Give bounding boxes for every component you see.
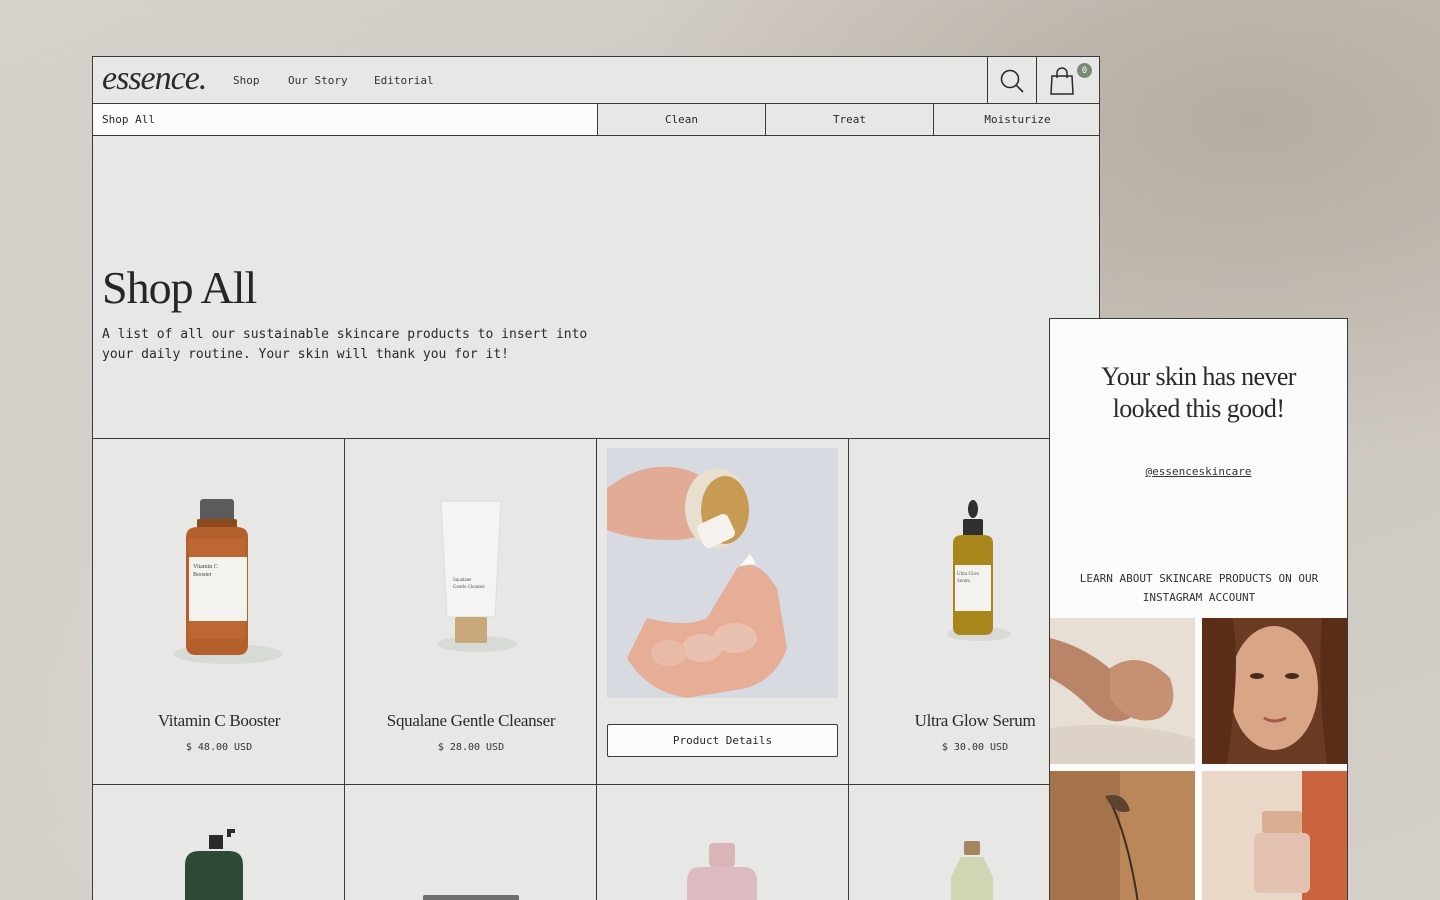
instagram-handle-link[interactable]: @essenceskincare: [1050, 465, 1347, 478]
store-window: essence. Shop Our Story Editorial 0 Shop…: [92, 56, 1100, 900]
product-card-row2-1[interactable]: [93, 785, 345, 900]
instagram-panel: Your skin has never looked this good! @e…: [1049, 318, 1348, 900]
product-card-row2-2[interactable]: [345, 785, 597, 900]
instagram-heading-line: Your skin has never: [1101, 362, 1296, 391]
product-image-pink-bottle: [687, 843, 757, 900]
product-price: $ 28.00 USD: [437, 742, 505, 753]
instagram-heading: Your skin has never looked this good!: [1050, 361, 1347, 425]
instagram-tile-feather[interactable]: [1050, 771, 1195, 900]
product-card-hover[interactable]: Product Details: [597, 439, 849, 785]
instagram-heading-line: looked this good!: [1112, 394, 1285, 423]
cart-icon: [1049, 66, 1074, 95]
nav-link-our-story[interactable]: Our Story: [288, 74, 348, 87]
brand-logo[interactable]: essence.: [102, 60, 207, 98]
product-card-vitamin-c-booster[interactable]: Vitamin C Booster Vitamin C Booster $ 48…: [93, 439, 345, 785]
instagram-cta: LEARN ABOUT SKINCARE PRODUCTS ON OUR INS…: [1079, 572, 1319, 604]
product-name[interactable]: Vitamin C Booster: [93, 711, 345, 731]
product-image-tube: [437, 500, 517, 652]
search-icon: [1000, 69, 1024, 93]
category-navigation: Shop All Clean Treat Moisturize: [93, 104, 1099, 136]
top-navigation: essence. Shop Our Story Editorial 0: [93, 57, 1099, 104]
dropper-label-line: Serum: [957, 579, 971, 584]
category-moisturize[interactable]: Moisturize: [933, 104, 1099, 135]
cart-count-badge: 0: [1077, 63, 1092, 78]
instagram-tile-face[interactable]: [1202, 618, 1347, 764]
cart-button[interactable]: 0: [1036, 57, 1099, 104]
product-image-pump-bottle: [185, 829, 243, 900]
hand-with-cream-photo: [607, 448, 838, 698]
dropper-label-line: Ultra Glow: [957, 572, 980, 577]
search-button[interactable]: [987, 57, 1036, 104]
category-shop-all[interactable]: Shop All: [93, 104, 597, 135]
product-card-row2-3[interactable]: [597, 785, 849, 900]
instagram-tile-jar[interactable]: [1202, 771, 1347, 900]
tube-label-line: Gentle Cleanser: [453, 585, 486, 590]
product-image-amber-bottle: [173, 499, 283, 664]
face-portrait-photo: [1202, 618, 1347, 764]
product-card-squalane-cleanser[interactable]: Squalane Gentle Cleanser Squalane Gentle…: [345, 439, 597, 785]
nav-link-shop[interactable]: Shop: [233, 74, 260, 87]
product-lifestyle-photo[interactable]: [607, 448, 838, 698]
cream-jar-photo: [1202, 771, 1347, 900]
bottle-label-line: Vitamin C: [193, 564, 218, 570]
category-clean[interactable]: Clean: [597, 104, 765, 135]
product-price: $ 48.00 USD: [185, 742, 253, 753]
hands-photo: [1050, 618, 1195, 764]
page-title: Shop All: [102, 262, 257, 313]
product-name[interactable]: Squalane Gentle Cleanser: [345, 711, 597, 731]
instagram-tile-hands[interactable]: [1050, 618, 1195, 764]
tube-label-line: Squalane: [453, 578, 472, 583]
feather-photo: [1050, 771, 1195, 900]
bottle-label-line: Booster: [193, 572, 212, 578]
product-image-jar: [423, 895, 519, 900]
page-description: A list of all our sustainable skincare p…: [102, 327, 588, 362]
nav-link-editorial[interactable]: Editorial: [374, 74, 434, 87]
product-details-button[interactable]: Product Details: [607, 724, 838, 757]
category-treat[interactable]: Treat: [765, 104, 933, 135]
